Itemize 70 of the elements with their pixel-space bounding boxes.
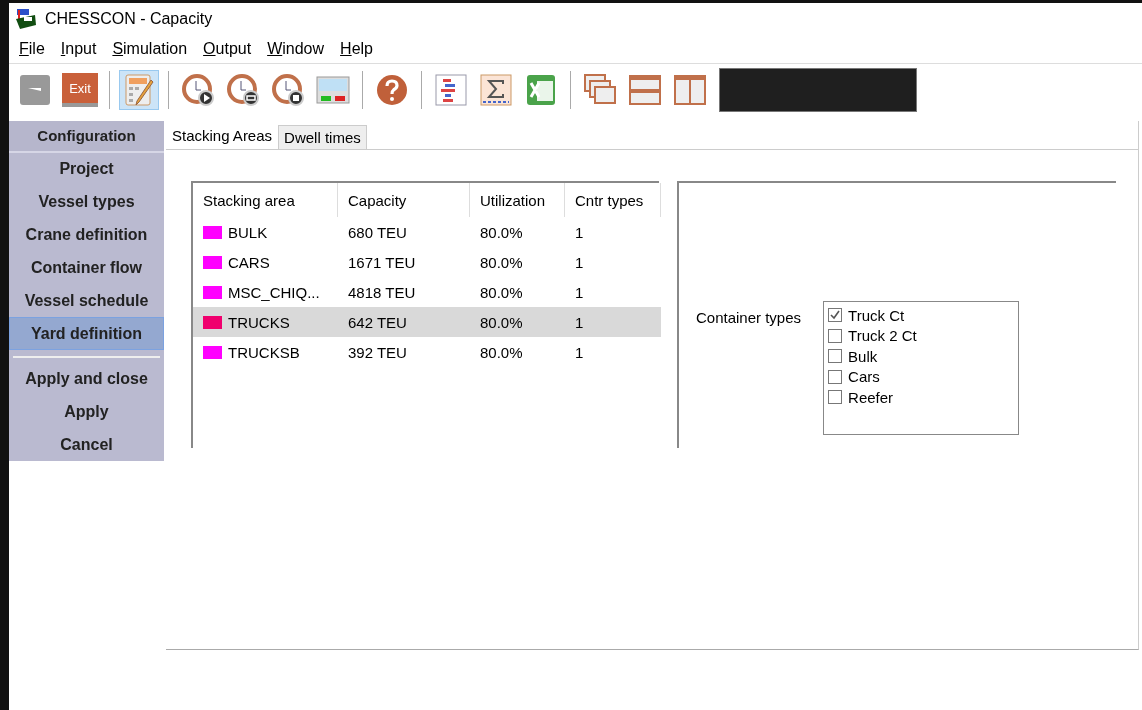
horizontal-split-icon <box>627 72 663 108</box>
checkbox[interactable] <box>828 328 843 343</box>
checkbox[interactable] <box>828 369 843 384</box>
table-cell-text: 680 TEU <box>347 222 408 243</box>
table-cell-text: 80.0% <box>479 342 524 363</box>
checkbox[interactable] <box>828 390 843 405</box>
tab[interactable]: Dwell times <box>278 125 367 149</box>
sidebar-item[interactable]: Crane definition <box>9 218 164 252</box>
table-cell[interactable]: CARS <box>193 247 338 277</box>
back-icon <box>17 72 53 108</box>
table-cell: 1 <box>565 307 661 337</box>
sidebar-header: Configuration <box>9 121 164 153</box>
sidebar-item[interactable]: Vessel schedule <box>9 284 164 318</box>
table-cell: 80.0% <box>470 307 565 337</box>
table-cell[interactable]: MSC_CHIQ... <box>193 277 338 307</box>
table-cell-text: 1 <box>574 282 585 303</box>
app-logo-icon <box>15 8 37 30</box>
sidebar-action[interactable]: Apply <box>9 395 164 429</box>
table-cell-text: 1 <box>574 342 585 363</box>
menu-item[interactable]: Input <box>54 40 103 58</box>
table-cell[interactable]: TRUCKS <box>193 307 338 337</box>
area-name: TRUCKSB <box>228 343 300 361</box>
table-cell-text: 1 <box>574 252 585 273</box>
checkbox[interactable] <box>828 308 843 323</box>
sidebar-item[interactable]: Vessel types <box>9 185 164 219</box>
menu-item[interactable]: File <box>13 40 51 58</box>
calculator-pencil-button[interactable] <box>119 70 159 110</box>
field-label: Container types <box>696 308 802 326</box>
table-cell: 642 TEU <box>338 307 470 337</box>
clock-stop-icon <box>270 72 306 108</box>
area-name: TRUCKS <box>228 313 290 331</box>
exit-button[interactable]: Exit <box>60 70 100 110</box>
checkbox-item[interactable]: Bulk <box>828 346 1015 367</box>
checkbox-item[interactable]: Reefer <box>828 387 1015 408</box>
table-cell-text: 4818 TEU <box>347 282 417 303</box>
area-name: CARS <box>228 253 270 271</box>
menu-item[interactable]: Simulation <box>106 40 194 58</box>
table-cell-text: 392 TEU <box>347 342 408 363</box>
clock-play-icon <box>180 72 216 108</box>
table-cell-text: 80.0% <box>479 282 524 303</box>
menu-item[interactable]: Output <box>197 40 258 58</box>
menu-item[interactable]: Help <box>334 40 379 58</box>
checkbox-item[interactable]: Truck Ct <box>828 305 1015 326</box>
sidebar-action[interactable]: Cancel <box>9 428 164 462</box>
table-cell-text: 1 <box>574 222 585 243</box>
sigma-icon <box>478 72 514 108</box>
sidebar-item[interactable]: Container flow <box>9 251 164 285</box>
table-cell[interactable]: BULK <box>193 217 338 247</box>
column-header[interactable]: Capacity <box>338 183 470 217</box>
checkbox-item[interactable]: Truck 2 Ct <box>828 325 1015 346</box>
vertical-split-icon <box>672 72 708 108</box>
clock-loop-icon <box>225 72 261 108</box>
area-name: BULK <box>228 223 268 241</box>
table-cell-text: 1671 TEU <box>347 252 417 273</box>
table-cell-text: 80.0% <box>479 222 524 243</box>
menu-item[interactable]: Window <box>261 40 331 58</box>
column-header[interactable]: Cntr types <box>565 183 661 217</box>
column-header[interactable]: Stacking area <box>193 183 338 217</box>
window-title: CHESSCON - Capacity <box>45 10 213 28</box>
area-name: MSC_CHIQ... <box>228 283 320 301</box>
sidebar-action[interactable]: Apply and close <box>9 362 164 396</box>
table-cell-text: 80.0% <box>479 252 524 273</box>
help-icon <box>374 72 410 108</box>
sidebar-item[interactable]: Project <box>9 152 164 186</box>
table-cell[interactable]: TRUCKSB <box>193 337 338 367</box>
checkbox[interactable] <box>828 349 843 364</box>
sidebar-item[interactable]: Yard definition <box>9 317 164 351</box>
checkbox-item[interactable]: Cars <box>828 366 1015 387</box>
column-header[interactable]: Utilization <box>470 183 565 217</box>
gantt-chart-icon <box>433 72 469 108</box>
